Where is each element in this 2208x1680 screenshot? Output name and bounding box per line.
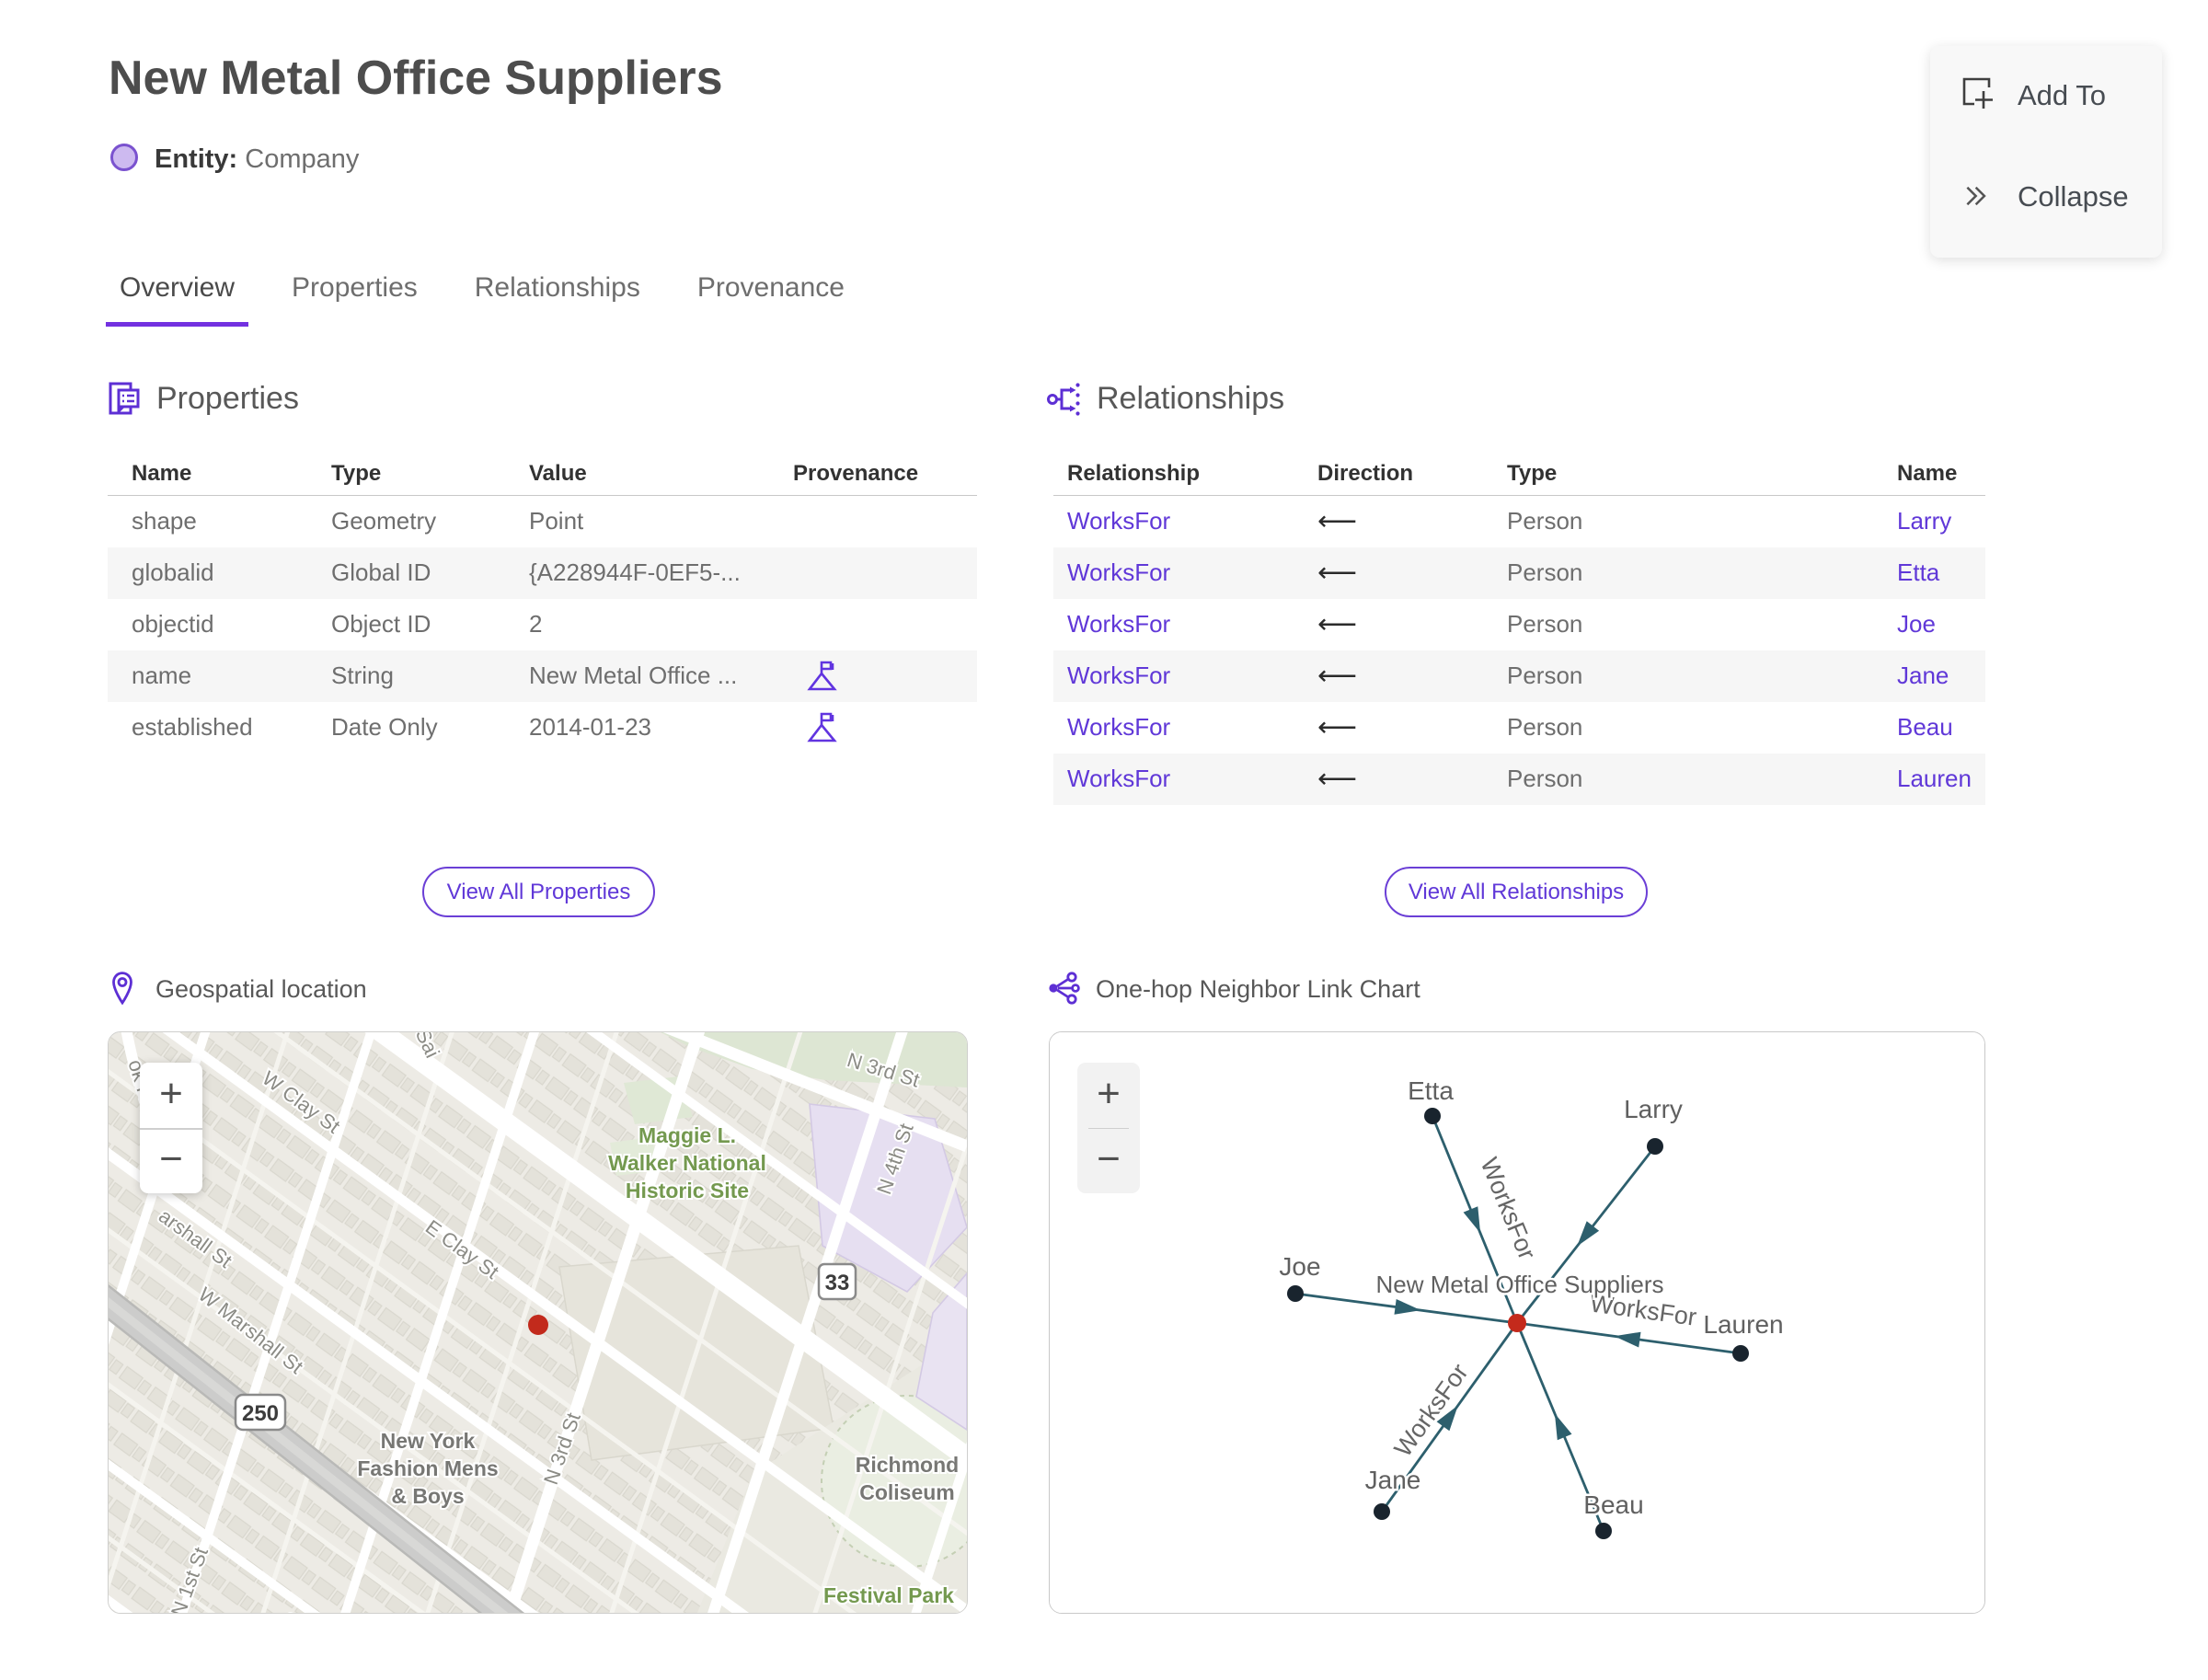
svg-text:Larry: Larry bbox=[1624, 1095, 1683, 1123]
svg-text:Fashion Mens: Fashion Mens bbox=[357, 1456, 498, 1480]
svg-text:Festival Park: Festival Park bbox=[823, 1583, 954, 1607]
svg-text:Coliseum: Coliseum bbox=[859, 1480, 955, 1504]
svg-text:Richmond: Richmond bbox=[856, 1453, 959, 1477]
svg-text:Maggie L.: Maggie L. bbox=[638, 1123, 736, 1147]
svg-text:New Metal Office Suppliers: New Metal Office Suppliers bbox=[1375, 1271, 1663, 1298]
svg-text:Walker National: Walker National bbox=[608, 1151, 766, 1175]
svg-text:Joe: Joe bbox=[1279, 1252, 1320, 1281]
svg-text:New York: New York bbox=[381, 1429, 476, 1453]
svg-text:& Boys: & Boys bbox=[391, 1484, 464, 1508]
svg-text:Etta: Etta bbox=[1408, 1076, 1454, 1105]
svg-text:250: 250 bbox=[242, 1401, 279, 1426]
svg-text:Jane: Jane bbox=[1365, 1466, 1421, 1494]
svg-text:33: 33 bbox=[825, 1271, 850, 1295]
svg-text:Lauren: Lauren bbox=[1703, 1310, 1783, 1339]
svg-text:Historic Site: Historic Site bbox=[626, 1179, 749, 1202]
svg-text:Beau: Beau bbox=[1583, 1490, 1643, 1519]
